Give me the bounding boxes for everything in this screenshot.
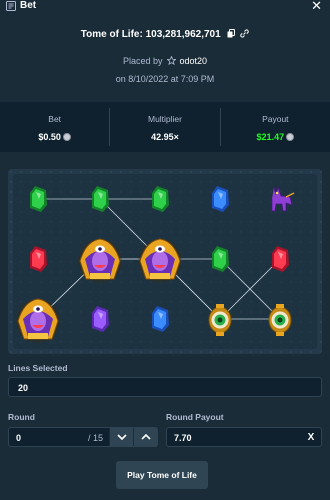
pharaoh-symbol bbox=[138, 238, 182, 283]
round-prev-button[interactable] bbox=[109, 428, 133, 446]
round-field[interactable]: 0 / 15 bbox=[8, 427, 158, 447]
slot-board-graphic bbox=[8, 169, 322, 354]
stat-bet-row: $0.50 bbox=[0, 132, 109, 142]
round-next-button[interactable] bbox=[133, 428, 157, 446]
slot-board bbox=[8, 169, 322, 354]
stat-payout-label: Payout bbox=[262, 114, 289, 124]
receipt-icon bbox=[6, 1, 16, 11]
stat-bet-label: Bet bbox=[48, 114, 62, 124]
placed-datetime: 8/10/2022 at 7:09 PM bbox=[128, 74, 215, 84]
coin-icon bbox=[286, 133, 295, 141]
game-name: Tome of Life bbox=[80, 29, 140, 40]
lines-selected-label: Lines Selected bbox=[8, 363, 68, 373]
bet-id-separator: : bbox=[139, 29, 143, 40]
bet-identifier: Tome of Life: 103,281,962,701 bbox=[0, 29, 330, 40]
placed-date: on 8/10/2022 at 7:09 PM bbox=[0, 74, 330, 84]
play-game-button[interactable]: Play Tome of Life bbox=[116, 461, 208, 489]
round-label: Round bbox=[8, 412, 35, 422]
round-payout-value: 7.70 bbox=[174, 433, 192, 443]
coin-icon bbox=[62, 133, 71, 141]
round-payout-label: Round Payout bbox=[166, 412, 224, 422]
placed-by: Placed by odot20 bbox=[0, 55, 330, 66]
chevron-up-icon bbox=[140, 434, 151, 440]
close-button[interactable]: ✕ bbox=[311, 0, 322, 12]
username-link[interactable]: odot20 bbox=[180, 56, 208, 66]
bet-id: 103,281,962,701 bbox=[145, 29, 221, 40]
lines-selected-field[interactable]: 20 bbox=[8, 377, 322, 397]
pharaoh-symbol bbox=[16, 298, 60, 343]
star-icon bbox=[166, 55, 177, 66]
placed-on-prefix: on bbox=[115, 74, 126, 84]
modal-header: Bet ✕ bbox=[0, 0, 330, 14]
round-total: / 15 bbox=[87, 433, 103, 443]
pharaoh-symbol bbox=[78, 238, 122, 283]
stat-bet: Bet $0.50 bbox=[0, 108, 111, 146]
round-payout-field: 7.70 X bbox=[166, 427, 322, 447]
stat-multiplier: Multiplier 42.95× bbox=[110, 108, 221, 146]
stat-multiplier-label: Multiplier bbox=[147, 114, 182, 124]
modal-title: Bet bbox=[20, 0, 37, 11]
close-icon[interactable]: X bbox=[301, 428, 321, 446]
stat-payout-row: $21.47 bbox=[221, 132, 330, 142]
bet-stats-panel: Bet $0.50 Multiplier 42.95× Payout $21.4… bbox=[0, 102, 330, 152]
stat-bet-value: $0.50 bbox=[38, 132, 61, 142]
stat-payout: Payout $21.47 bbox=[221, 102, 330, 152]
link-icon[interactable] bbox=[240, 29, 249, 38]
stat-multiplier-value: 42.95× bbox=[151, 132, 179, 142]
stat-payout-value: $21.47 bbox=[256, 132, 285, 142]
round-input[interactable]: 0 bbox=[9, 428, 88, 446]
placed-by-prefix: Placed by bbox=[122, 56, 163, 66]
chevron-down-icon bbox=[116, 434, 127, 440]
copy-icon[interactable] bbox=[227, 29, 236, 38]
